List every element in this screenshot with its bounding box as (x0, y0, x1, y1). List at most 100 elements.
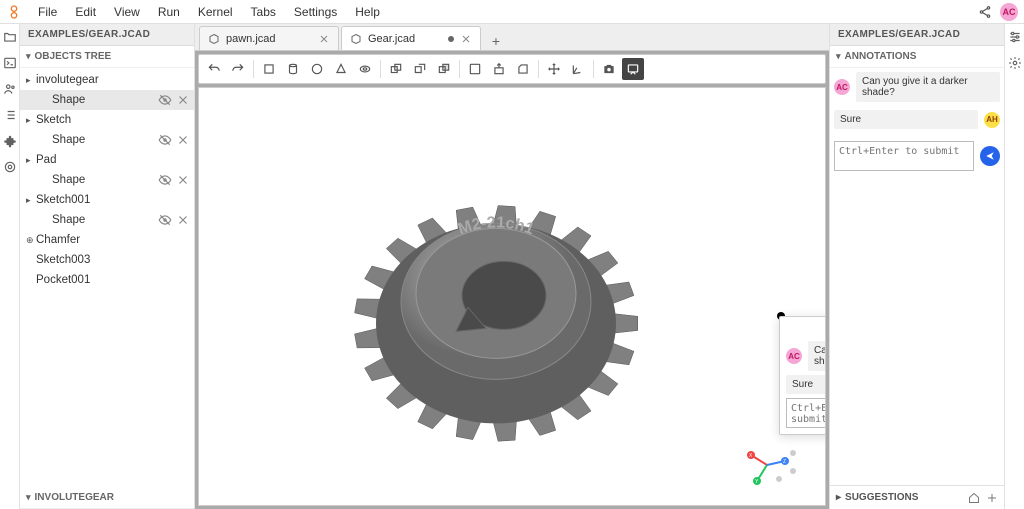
suggestions-label: SUGGESTIONS (845, 492, 918, 503)
terminal-icon[interactable] (3, 56, 17, 70)
cad-icon[interactable] (3, 160, 17, 174)
tree-row[interactable]: ▸involutegear (20, 70, 194, 90)
folder-icon[interactable] (3, 30, 17, 44)
close-icon[interactable] (176, 213, 190, 227)
topbar: File Edit View Run Kernel Tabs Settings … (0, 0, 1024, 24)
close-icon[interactable] (460, 33, 472, 45)
gear-icon[interactable] (1008, 56, 1022, 70)
tree-row[interactable]: ⊕Chamfer (20, 230, 194, 250)
involutegear-section-label: INVOLUTEGEAR (35, 492, 114, 503)
tree-item-label: Sketch001 (36, 194, 190, 206)
avatar-ah: AH (984, 112, 1000, 128)
menu-edit[interactable]: Edit (67, 2, 104, 22)
torus-tool[interactable] (354, 58, 376, 80)
visibility-icon[interactable] (158, 173, 172, 187)
left-activity-bar (0, 24, 20, 509)
cad-toolbar (198, 54, 826, 84)
right-activity-bar (1004, 24, 1024, 509)
tree-row[interactable]: Shape (20, 90, 194, 110)
plus-icon[interactable] (986, 492, 998, 504)
intersect-tool[interactable] (433, 58, 455, 80)
visibility-icon[interactable] (158, 213, 172, 227)
extrude-tool[interactable] (488, 58, 510, 80)
cut-tool[interactable] (385, 58, 407, 80)
svg-text:Z: Z (783, 459, 786, 465)
tree-item-label: Pocket001 (36, 274, 190, 286)
3d-viewport[interactable]: M2-21ch1 − ✕ AC Can you give it a darker… (198, 87, 826, 506)
main-menu: File Edit View Run Kernel Tabs Settings … (30, 2, 388, 22)
annotation-tool[interactable] (622, 58, 644, 80)
menu-view[interactable]: View (106, 2, 148, 22)
extension-icon[interactable] (3, 134, 17, 148)
tab-gear[interactable]: Gear.jcad (341, 26, 481, 50)
menu-file[interactable]: File (30, 2, 65, 22)
union-tool[interactable] (409, 58, 431, 80)
chat-message: Can you give it a darker shade? (808, 341, 826, 371)
annotations-header[interactable]: ▾ANNOTATIONS (830, 46, 1004, 68)
close-icon[interactable] (176, 133, 190, 147)
close-icon[interactable] (318, 33, 330, 45)
tree-row[interactable]: Shape (20, 170, 194, 190)
jupyter-logo (6, 4, 22, 20)
chamfer-tool[interactable] (512, 58, 534, 80)
users-icon[interactable] (3, 82, 17, 96)
tree-row[interactable]: Pocket001 (20, 270, 194, 290)
axis-gizmo[interactable]: X Y Z (745, 441, 801, 489)
tree-row[interactable]: ▸Sketch001 (20, 190, 194, 210)
annotations-label: ANNOTATIONS (845, 51, 917, 62)
chat-message: Sure (786, 375, 826, 394)
menu-kernel[interactable]: Kernel (190, 2, 241, 22)
cone-tool[interactable] (330, 58, 352, 80)
left-panel-title: EXAMPLES/GEAR.JCAD (20, 24, 194, 46)
camera-tool[interactable] (598, 58, 620, 80)
tree-item-label: Sketch003 (36, 254, 190, 266)
chat-input[interactable] (786, 398, 826, 428)
home-icon[interactable] (968, 492, 980, 504)
menu-settings[interactable]: Settings (286, 2, 345, 22)
left-panel: EXAMPLES/GEAR.JCAD ▾OBJECTS TREE ▸involu… (20, 24, 195, 509)
gear-model: M2-21ch1 (336, 143, 656, 463)
tree-row[interactable]: ▸Pad (20, 150, 194, 170)
avatar-ac: AC (834, 79, 850, 95)
box-tool[interactable] (258, 58, 280, 80)
cylinder-tool[interactable] (282, 58, 304, 80)
send-button[interactable] (980, 146, 1000, 166)
sphere-tool[interactable] (306, 58, 328, 80)
close-icon[interactable] (176, 93, 190, 107)
tab-label: Gear.jcad (368, 33, 440, 45)
tree-item-label: Pad (36, 154, 190, 166)
move-tool[interactable] (543, 58, 565, 80)
share-icon[interactable] (978, 5, 992, 19)
user-avatar[interactable]: AC (1000, 3, 1018, 21)
close-icon[interactable] (176, 173, 190, 187)
menu-tabs[interactable]: Tabs (243, 2, 284, 22)
visibility-icon[interactable] (158, 93, 172, 107)
add-tab-button[interactable]: + (487, 32, 505, 50)
axes-tool[interactable] (567, 58, 589, 80)
sketch-tool[interactable] (464, 58, 486, 80)
objects-tree-header[interactable]: ▾OBJECTS TREE (20, 46, 194, 68)
menu-help[interactable]: Help (347, 2, 388, 22)
tree-row[interactable]: Shape (20, 210, 194, 230)
visibility-icon[interactable] (158, 133, 172, 147)
center-area: pawn.jcad Gear.jcad + (195, 24, 829, 509)
annotation-popup[interactable]: − ✕ AC Can you give it a darker shade? A… (779, 316, 826, 435)
list-icon[interactable] (3, 108, 17, 122)
chat-input[interactable] (834, 141, 974, 171)
tree-row[interactable]: Sketch003 (20, 250, 194, 270)
redo-button[interactable] (227, 58, 249, 80)
sliders-icon[interactable] (1008, 30, 1022, 44)
involutegear-header[interactable]: ▾INVOLUTEGEAR (20, 487, 194, 509)
tree-item-label: involutegear (36, 74, 190, 86)
tree-row[interactable]: Shape (20, 130, 194, 150)
tab-label: pawn.jcad (226, 33, 312, 45)
tree-item-label: Shape (52, 94, 158, 106)
tree-row[interactable]: ▸Sketch (20, 110, 194, 130)
tree-item-label: Chamfer (36, 234, 190, 246)
suggestions-header[interactable]: ▸ SUGGESTIONS (830, 485, 1004, 509)
avatar-ac: AC (786, 348, 802, 364)
tab-pawn[interactable]: pawn.jcad (199, 26, 339, 50)
undo-button[interactable] (203, 58, 225, 80)
menu-run[interactable]: Run (150, 2, 188, 22)
cad-file-icon (208, 33, 220, 45)
